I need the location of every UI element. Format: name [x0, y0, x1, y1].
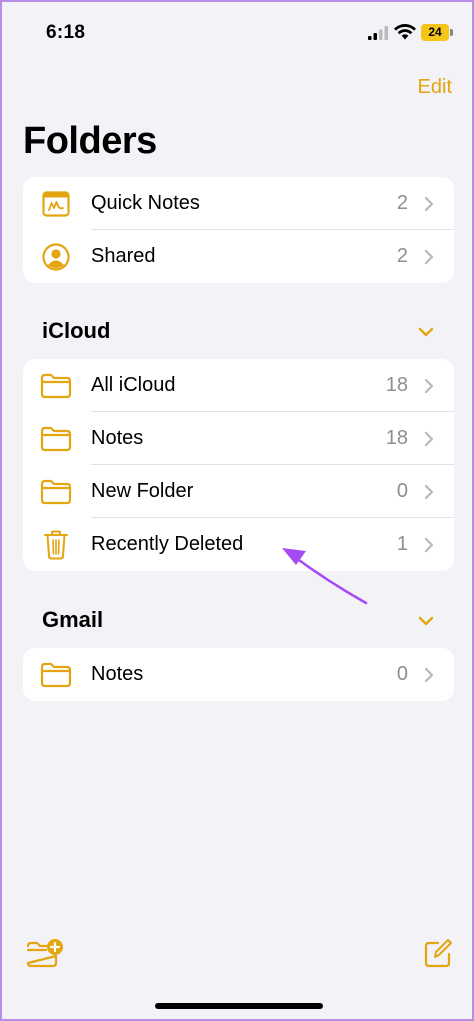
battery-icon: 24 [421, 24, 453, 41]
wifi-icon [394, 24, 416, 40]
pinned-folders-card: Quick Notes 2 Shared 2 [23, 177, 454, 283]
section-header-icloud[interactable]: iCloud [42, 318, 110, 344]
folder-label: Notes [91, 663, 144, 685]
folder-row-quick-notes[interactable]: Quick Notes 2 [23, 177, 454, 230]
folder-icon [40, 477, 72, 507]
folder-count: 2 [396, 245, 408, 267]
folder-icon [40, 424, 72, 454]
chevron-right-icon [424, 667, 434, 683]
status-time: 6:18 [46, 22, 86, 43]
chevron-down-icon[interactable] [418, 616, 434, 626]
quick-notes-icon [40, 189, 72, 219]
folder-count: 2 [396, 192, 408, 214]
folder-row-notes[interactable]: Notes 18 [23, 412, 454, 465]
folder-row-all-icloud[interactable]: All iCloud 18 [23, 359, 454, 412]
chevron-right-icon [424, 537, 434, 553]
folder-row-gmail-notes[interactable]: Notes 0 [23, 648, 454, 701]
folder-label: Quick Notes [91, 192, 200, 214]
compose-icon[interactable] [424, 938, 452, 968]
edit-button[interactable]: Edit [418, 76, 452, 99]
folder-count: 18 [385, 427, 408, 449]
folder-row-shared[interactable]: Shared 2 [23, 230, 454, 283]
folder-row-recently-deleted[interactable]: Recently Deleted 1 [23, 518, 454, 571]
folder-label: Notes [91, 427, 144, 449]
chevron-right-icon [424, 431, 434, 447]
person-circle-icon [40, 242, 72, 272]
new-folder-icon[interactable] [26, 938, 64, 968]
home-indicator[interactable] [155, 1003, 323, 1009]
folder-label: Recently Deleted [91, 533, 244, 555]
folder-count: 18 [385, 374, 408, 396]
chevron-right-icon [424, 196, 434, 212]
page-title: Folders [23, 120, 157, 162]
status-bar: 6:18 24 [2, 2, 472, 62]
folder-label: All iCloud [91, 374, 176, 396]
gmail-folders-card: Notes 0 [23, 648, 454, 701]
section-header-gmail[interactable]: Gmail [42, 607, 103, 633]
battery-level: 24 [421, 24, 449, 41]
cellular-signal-icon [368, 26, 388, 40]
folder-label: Shared [91, 245, 156, 267]
folder-icon [40, 371, 72, 401]
folder-count: 1 [396, 533, 408, 555]
folder-row-new-folder[interactable]: New Folder 0 [23, 465, 454, 518]
folder-label: New Folder [91, 480, 194, 502]
chevron-down-icon[interactable] [418, 327, 434, 337]
folder-count: 0 [396, 663, 408, 685]
folder-count: 0 [396, 480, 408, 502]
icloud-folders-card: All iCloud 18 Notes 18 New Folder 0 Rece… [23, 359, 454, 571]
chevron-right-icon [424, 484, 434, 500]
trash-icon [40, 530, 72, 560]
annotation-arrow-icon [282, 548, 368, 605]
chevron-right-icon [424, 378, 434, 394]
folder-icon [40, 660, 72, 690]
chevron-right-icon [424, 249, 434, 265]
